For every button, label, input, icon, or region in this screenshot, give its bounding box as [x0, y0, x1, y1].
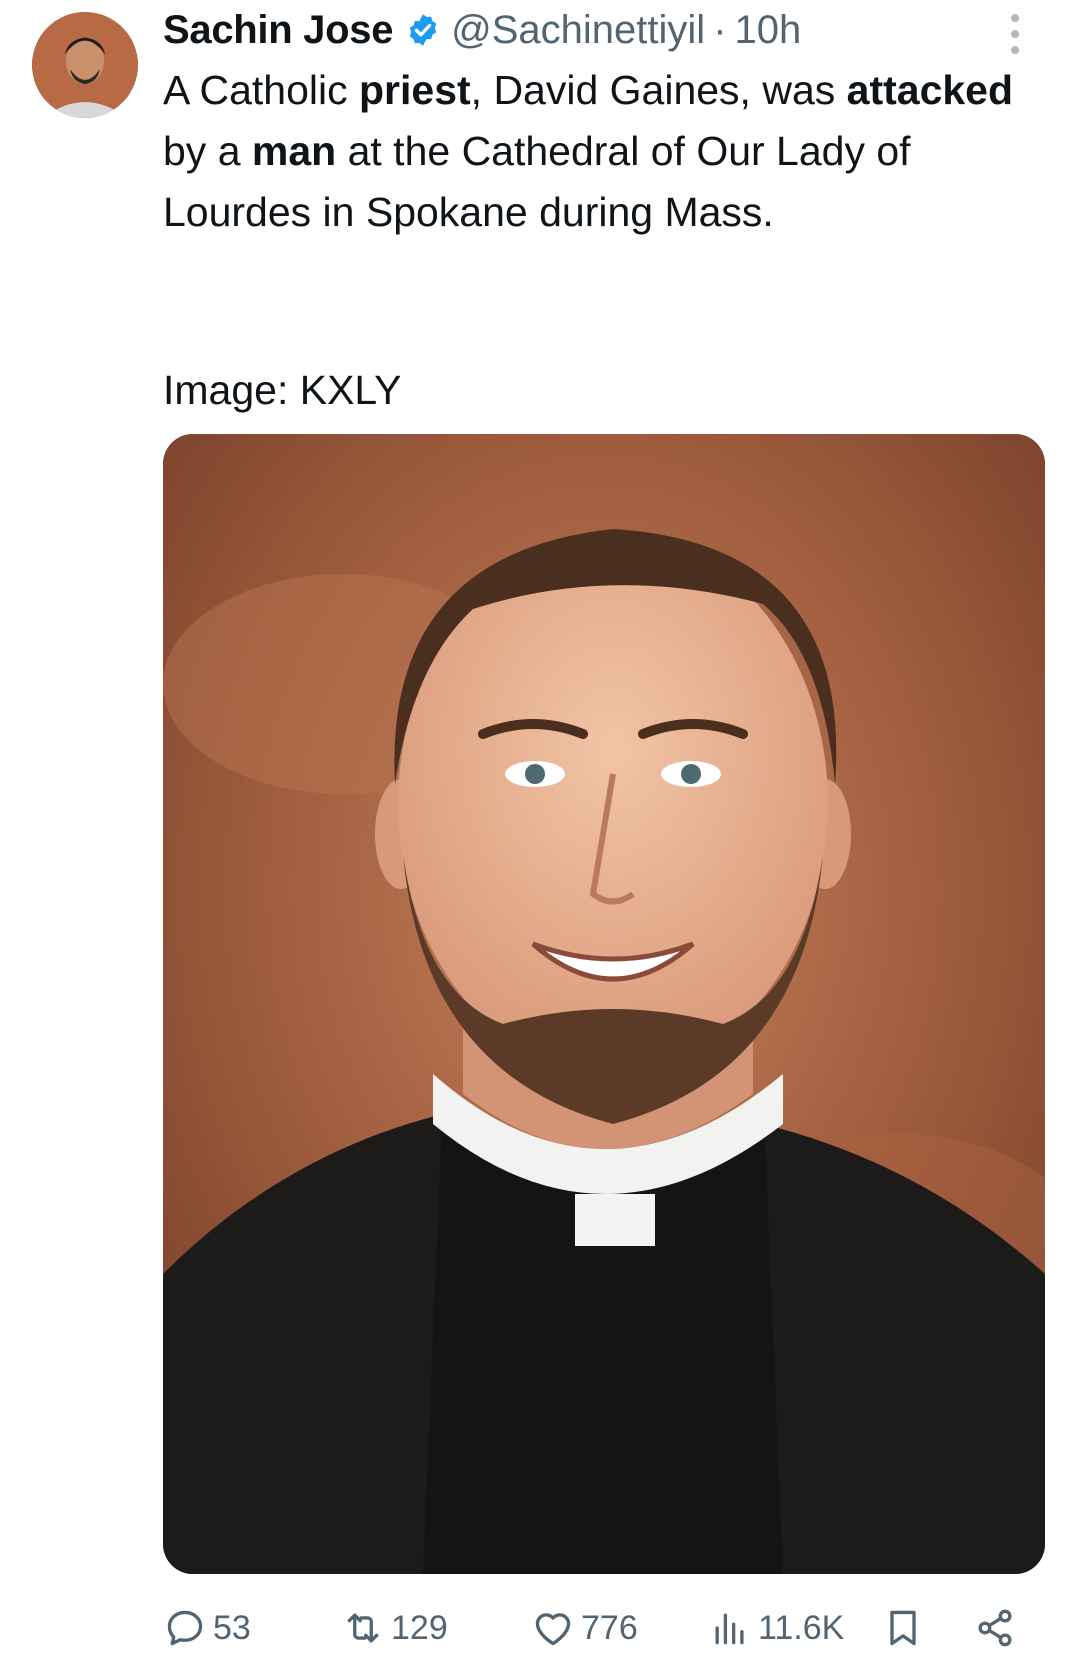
reply-icon — [167, 1610, 203, 1646]
retweet-icon — [347, 1613, 379, 1643]
tweet-text-bold: attacked — [846, 67, 1014, 113]
retweet-count: 129 — [391, 1608, 448, 1647]
header-separator: · — [713, 8, 727, 52]
author-avatar[interactable] — [32, 12, 138, 118]
tweet-text: A Catholic priest, David Gaines, was att… — [163, 60, 1023, 243]
share-icon — [978, 1609, 1012, 1647]
tweet-text-bold: priest — [359, 67, 471, 113]
image-credit: Image: KXLY — [163, 367, 402, 413]
avatar-image — [32, 12, 138, 118]
portrait-photo — [163, 434, 1045, 1574]
heart-icon — [535, 1613, 571, 1646]
tweet-text-part: by a — [163, 128, 252, 174]
like-button[interactable]: 776 — [531, 1606, 638, 1650]
bookmark-button[interactable] — [881, 1606, 931, 1650]
reply-count: 53 — [213, 1608, 251, 1647]
tweet-timestamp[interactable]: 10h — [735, 6, 802, 54]
tweet-header: Sachin Jose @Sachinettiyil · 10h — [163, 6, 1040, 54]
more-vertical-icon[interactable] — [1008, 14, 1022, 54]
reply-button[interactable]: 53 — [163, 1606, 251, 1650]
retweet-button[interactable]: 129 — [341, 1606, 448, 1650]
like-count: 776 — [581, 1608, 638, 1647]
verified-badge-icon — [409, 14, 437, 46]
author-name[interactable]: Sachin Jose — [163, 6, 393, 54]
views-button[interactable]: 11.6K — [708, 1606, 844, 1650]
author-handle[interactable]: @Sachinettiyil — [451, 6, 705, 54]
tweet-photo[interactable] — [163, 434, 1045, 1574]
tweet-actions: 53 129 776 11.6K — [163, 1600, 1045, 1660]
views-chart-icon — [715, 1613, 744, 1645]
tweet-text-part: A Catholic — [163, 67, 359, 113]
share-button[interactable] — [973, 1606, 1023, 1650]
tweet-text-bold: man — [251, 128, 337, 174]
bookmark-icon — [890, 1610, 916, 1646]
tweet-text-part: , David Gaines, was — [470, 67, 847, 113]
views-count: 11.6K — [758, 1608, 845, 1647]
